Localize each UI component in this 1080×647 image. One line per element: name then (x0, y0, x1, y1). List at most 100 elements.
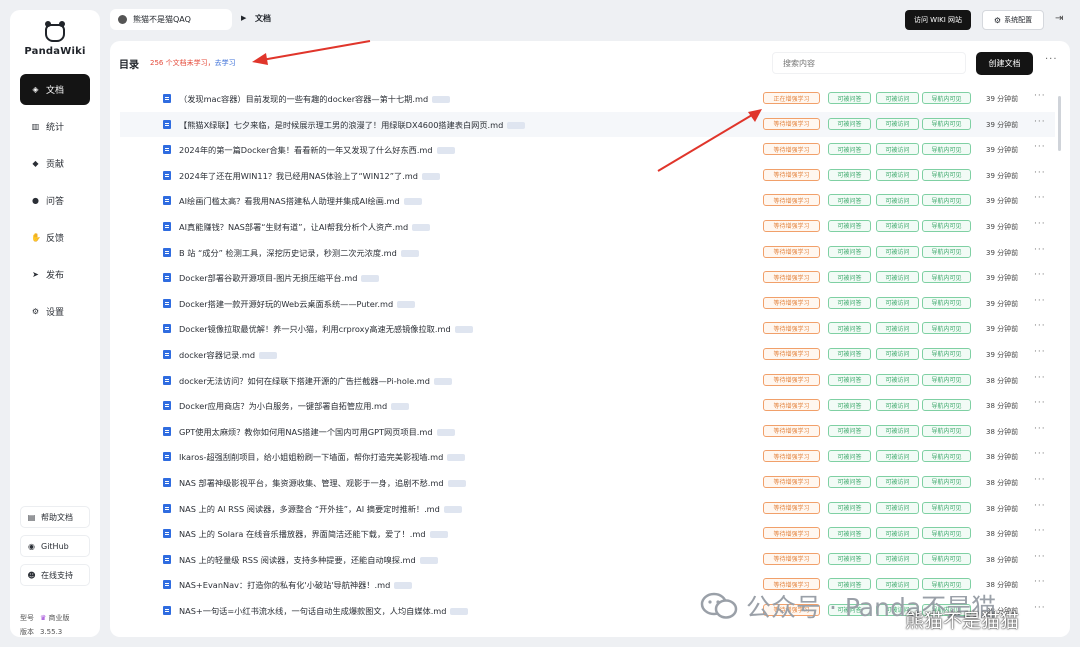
row-more-icon[interactable]: ··· (1034, 168, 1046, 178)
qa-badge: 可被问答 (828, 475, 871, 488)
doc-row[interactable]: （发现mac容器）目前发现的一些有趣的docker容器—第十七期.md 正在增强学… (120, 86, 1055, 112)
panda-logo-icon (45, 21, 65, 42)
create-doc-button[interactable]: 创建文档 (976, 52, 1033, 75)
row-more-icon[interactable]: ··· (1034, 321, 1046, 331)
watermark-sub: 熊猫不是猫猫 (905, 610, 1020, 632)
page-title: 目录 (119, 60, 139, 71)
doc-row[interactable]: Docker应用商店？为小白服务，一键部署自拓管应用.md 等待增强学习 可被问答可… (120, 393, 1055, 419)
row-more-icon[interactable]: ··· (1034, 296, 1046, 306)
doc-title[interactable]: NAS 上的 Solara 在线音乐播放器，界面简洁还能下载，爱了！.md (179, 528, 448, 540)
doc-tag (394, 582, 413, 590)
system-settings-button[interactable]: ⚙ 系统配置 (982, 10, 1044, 30)
doc-title[interactable]: docker容器记录.md (179, 349, 278, 361)
row-more-icon[interactable]: ··· (1034, 347, 1046, 357)
doc-row[interactable]: NAS 上的轻量级 RSS 阅读器，支持多种提要，还能自动嗅探.md 等待增强学习… (120, 547, 1055, 573)
online-support-link[interactable]: ☻ 在线支持 (20, 564, 90, 586)
github-link[interactable]: ◉ GitHub (20, 535, 90, 557)
document-icon (163, 375, 171, 385)
doc-row[interactable]: NAS 部署神级影视平台，集资源收集、管理、观影于一身，追剧不愁.md 等待增强学… (120, 470, 1055, 496)
updated-time: 38 分钟前 (986, 453, 1019, 462)
doc-title[interactable]: B 站 “成分” 检测工具，深挖历史记录，秒测二次元浓度.md (179, 247, 419, 259)
doc-title[interactable]: NAS 上的 AI RSS 阅读器，多源整合 “开外挂”，AI 摘要定时推新！.… (179, 503, 462, 515)
logo[interactable]: PandaWiki (10, 21, 100, 57)
sidebar-item-qa[interactable]: ● 问答 (20, 185, 90, 216)
row-more-icon[interactable]: ··· (1034, 270, 1046, 280)
doc-row[interactable]: GPT使用太麻烦？教你如何用NAS搭建一个国内可用GPT网页项目.md 等待增强学… (120, 419, 1055, 445)
nav-visible-badge: 导航内可见 (922, 296, 971, 309)
doc-row[interactable]: AI绘画门槛太高？看我用NAS搭建私人助理并集成AI绘画.md 等待增强学习 可被问… (120, 188, 1055, 214)
learn-status-badge: 等待增强学习 (763, 168, 820, 181)
document-icon (163, 94, 171, 103)
doc-title[interactable]: AI真能赚钱？NAS部署“生财有道”，让AI帮我分析个人资产.md (179, 221, 431, 233)
row-more-icon[interactable]: ··· (1034, 142, 1046, 152)
doc-title[interactable]: Ikaros-超强刮削项目，给小姐姐粉刷一下墙面，帮你打造完美影视墙.md (179, 451, 466, 463)
doc-row[interactable]: Docker镜像拉取最优解！养一只小猫，利用crproxy高速无感镜像拉取.md… (120, 316, 1055, 342)
doc-row[interactable]: AI真能赚钱？NAS部署“生财有道”，让AI帮我分析个人资产.md 等待增强学习可… (120, 214, 1055, 240)
sidebar-item-stats[interactable]: ▥ 统计 (20, 111, 90, 142)
row-more-icon[interactable]: ··· (1034, 219, 1046, 229)
updated-time: 38 分钟前 (986, 376, 1019, 385)
go-learn-link[interactable]: 去学习 (215, 59, 236, 67)
doc-row[interactable]: Docker部署谷歌开源项目-图片无损压缩平台.md 等待增强学习 可被问答 可被访问… (120, 265, 1055, 291)
doc-title[interactable]: GPT使用太麻烦？教你如何用NAS搭建一个国内可用GPT网页项目.md (179, 426, 455, 438)
scrollbar[interactable] (1058, 96, 1061, 151)
sidebar-item-contrib[interactable]: ◆ 贡献 (20, 148, 90, 179)
doc-title[interactable]: AI绘画门槛太高？看我用NAS搭建私人助理并集成AI绘画.md (179, 195, 422, 207)
doc-row[interactable]: B 站 “成分” 检测工具，深挖历史记录，秒测二次元浓度.md 等待增强学习 可被问… (120, 240, 1055, 266)
row-more-icon[interactable]: ··· (1034, 552, 1046, 562)
doc-title[interactable]: NAS 上的轻量级 RSS 阅读器，支持多种提要，还能自动嗅探.md (179, 554, 438, 566)
more-icon[interactable]: ··· (1045, 54, 1058, 65)
document-icon (163, 324, 171, 334)
doc-row[interactable]: NAS 上的 Solara 在线音乐播放器，界面简洁还能下载，爱了！.md 等待增… (120, 521, 1055, 547)
doc-row[interactable]: 2024年了还在用WIN11？我已经用NAS体验上了“WIN12”了.md 等待增… (120, 163, 1055, 189)
row-more-icon[interactable]: ··· (1034, 193, 1046, 203)
nav-visible-badge: 导航内可见 (922, 168, 971, 181)
sidebar-item-publish[interactable]: ➤ 发布 (20, 259, 90, 290)
document-icon (163, 349, 171, 359)
doc-title[interactable]: NAS+一句话=小红书流水线，一句话自动生成爆款图文，人均自媒体.md (179, 605, 469, 617)
doc-row[interactable]: docker无法访问？如何在绿联下搭建开源的广告拦截器—Pi-hole.md 等待… (120, 368, 1055, 394)
row-more-icon[interactable]: ··· (1034, 475, 1046, 485)
row-more-icon[interactable]: ··· (1034, 526, 1046, 536)
document-icon (163, 221, 171, 231)
doc-title[interactable]: （发现mac容器）目前发现的一些有趣的docker容器—第十七期.md (179, 93, 451, 105)
doc-title[interactable]: 2024年了还在用WIN11？我已经用NAS体验上了“WIN12”了.md (179, 170, 440, 182)
doc-title[interactable]: Docker镜像拉取最优解！养一只小猫，利用crproxy高速无感镜像拉取.md (179, 323, 473, 335)
sidebar-item-settings[interactable]: ⚙ 设置 (20, 296, 90, 327)
sidebar-item-feedback[interactable]: ✋ 反馈 (20, 222, 90, 253)
row-more-icon[interactable]: ··· (1034, 424, 1046, 434)
doc-row[interactable]: 2024年的第一篇Docker合集！看看新的一年又发现了什么好东西.md 等待增强… (120, 137, 1055, 163)
updated-time: 38 分钟前 (986, 478, 1019, 487)
doc-title[interactable]: Docker部署谷歌开源项目-图片无损压缩平台.md (179, 272, 380, 284)
search-input[interactable] (772, 52, 966, 74)
doc-row[interactable]: NAS 上的 AI RSS 阅读器，多源整合 “开外挂”，AI 摘要定时推新！.… (120, 496, 1055, 522)
visit-wiki-button[interactable]: 访问 WIKI 网站 (905, 10, 971, 30)
logout-icon[interactable]: ⇥ (1055, 13, 1063, 24)
row-more-icon[interactable]: ··· (1034, 398, 1046, 408)
doc-row[interactable]: 【熊猫X绿联】七夕来临，是时候展示理工男的浪漫了！用绿联DX4600搭建表白网页… (120, 111, 1055, 138)
doc-row[interactable]: Ikaros-超强刮削项目，给小姐姐粉刷一下墙面，帮你打造完美影视墙.md 等待增… (120, 444, 1055, 470)
doc-title[interactable]: NAS 部署神级影视平台，集资源收集、管理、观影于一身，追剧不愁.md (179, 477, 466, 489)
row-more-icon[interactable]: ··· (1034, 449, 1046, 459)
doc-title[interactable]: NAS+EvanNav：打造你的私有化'小破站'导航神器！.md (179, 579, 413, 591)
row-more-icon[interactable]: ··· (1034, 373, 1046, 383)
doc-title[interactable]: Docker搭建一款开源好玩的Web云桌面系统——Puter.md (179, 298, 416, 310)
row-more-icon[interactable]: ··· (1034, 117, 1046, 127)
doc-title[interactable]: 2024年的第一篇Docker合集！看看新的一年又发现了什么好东西.md (179, 144, 455, 156)
doc-row[interactable]: docker容器记录.md 等待增强学习 可被问答 可被访问 导航内可见 39 分钟前 ··… (120, 342, 1055, 368)
help-docs-link[interactable]: ▤ 帮助文档 (20, 506, 90, 528)
sidebar-item-docs[interactable]: ◈ 文档 (20, 74, 90, 105)
updated-time: 38 分钟前 (986, 427, 1019, 436)
learn-status-badge: 等待增强学习 (763, 194, 820, 207)
doc-row[interactable]: Docker搭建一款开源好玩的Web云桌面系统——Puter.md 等待增强学习可… (120, 291, 1055, 317)
space-selector[interactable]: 熊猫不是猫QAQ (110, 9, 232, 30)
row-more-icon[interactable]: ··· (1034, 91, 1046, 101)
nav-visible-badge: 导航内可见 (922, 219, 971, 232)
row-more-icon[interactable]: ··· (1034, 501, 1046, 511)
row-more-icon[interactable]: ··· (1034, 245, 1046, 255)
qa-badge: 可被问答 (828, 347, 871, 360)
doc-title[interactable]: 【熊猫X绿联】七夕来临，是时候展示理工男的浪漫了！用绿联DX4600搭建表白网页… (179, 119, 526, 131)
chat-icon: ● (32, 196, 39, 205)
doc-title[interactable]: Docker应用商店？为小白服务，一键部署自拓管应用.md (179, 400, 410, 412)
doc-title[interactable]: docker无法访问？如何在绿联下搭建开源的广告拦截器—Pi-hole.md (179, 375, 452, 387)
